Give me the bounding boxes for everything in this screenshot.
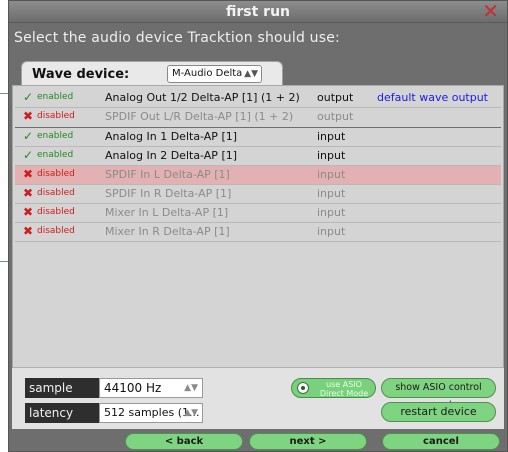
device-row[interactable]: ✖ disabled Mixer In L Delta-AP [1] input [15, 204, 501, 222]
device-name: Mixer In R Delta-AP [1] [105, 225, 230, 238]
page-heading: Select the audio device Tracktion should… [14, 30, 340, 46]
restart-device-button[interactable]: restart device [381, 402, 496, 422]
cross-icon: ✖ [23, 186, 34, 200]
close-icon[interactable]: ✕ [482, 0, 499, 22]
radio-icon [297, 382, 309, 394]
wave-device-select[interactable]: M-Audio Delta ASIO ▲▼ [167, 65, 262, 95]
checkmark-icon: ✓ [23, 129, 34, 143]
device-type: input [317, 168, 346, 181]
device-state[interactable]: enabled [37, 92, 73, 102]
device-row[interactable]: ✓ enabled Analog In 2 Delta-AP [1] input [15, 147, 501, 165]
back-button[interactable]: < back [125, 433, 243, 450]
first-run-dialog: first run ✕ Select the audio device Trac… [8, 0, 508, 452]
device-name: SPDIF In R Delta-AP [1] [105, 187, 232, 200]
device-row[interactable]: ✖ disabled SPDIF In R Delta-AP [1] input [15, 185, 501, 203]
device-row[interactable]: ✖ disabled SPDIF Out L/R Delta-AP [1] (1… [15, 108, 501, 126]
sample-rate-value: 44100 Hz [104, 381, 162, 395]
cross-icon: ✖ [23, 224, 34, 238]
device-name: SPDIF In L Delta-AP [1] [105, 168, 230, 181]
checkmark-icon: ✓ [23, 148, 34, 162]
show-asio-control-panel-button[interactable]: show ASIO control panel [381, 378, 496, 411]
footer: < back next > cancel [9, 433, 507, 451]
sample-rate-select[interactable]: 44100 Hz ▲▼ [99, 378, 203, 398]
connector-line-bottom [0, 261, 8, 262]
row-divider [15, 241, 501, 242]
checkmark-icon: ✓ [23, 90, 34, 104]
device-row[interactable]: ✖ disabled Mixer In R Delta-AP [1] input [15, 223, 501, 241]
next-button[interactable]: next > [249, 433, 367, 450]
cancel-button[interactable]: cancel [382, 433, 500, 450]
select-arrows-icon: ▲▼ [184, 383, 198, 393]
device-type: input [317, 225, 346, 238]
asio-direct-mode-label: use ASIO Direct Mode [319, 380, 369, 398]
device-row-selected[interactable]: ✖ disabled SPDIF In L Delta-AP [1] input [15, 166, 501, 184]
device-state[interactable]: disabled [37, 169, 75, 179]
device-name: Analog In 2 Delta-AP [1] [105, 149, 238, 162]
device-state[interactable]: disabled [37, 207, 75, 217]
device-type: input [317, 206, 346, 219]
select-arrows-icon: ▲▼ [184, 408, 198, 418]
wave-device-label: Wave device: [32, 67, 130, 82]
device-type: input [317, 130, 346, 143]
device-name: Analog Out 1/2 Delta-AP [1] (1 + 2) [105, 91, 300, 104]
device-name: SPDIF Out L/R Delta-AP [1] (1 + 2) [105, 110, 294, 123]
device-type: input [317, 187, 346, 200]
device-state[interactable]: enabled [37, 131, 73, 141]
device-type: output [317, 110, 354, 123]
device-state[interactable]: disabled [37, 226, 75, 236]
latency-select[interactable]: 512 samples (1... ▲▼ [99, 403, 203, 423]
cross-icon: ✖ [23, 167, 34, 181]
cross-icon: ✖ [23, 109, 34, 123]
device-type: output [317, 91, 354, 104]
cross-icon: ✖ [23, 205, 34, 219]
device-state[interactable]: disabled [37, 188, 75, 198]
connector-line-top [0, 93, 8, 94]
tab-wave-device[interactable]: Wave device: M-Audio Delta ASIO ▲▼ [21, 61, 283, 95]
asio-direct-mode-toggle[interactable]: use ASIO Direct Mode [291, 378, 376, 398]
title-bar[interactable]: first run ✕ [9, 0, 507, 23]
select-arrows-icon: ▲▼ [244, 69, 258, 79]
device-state[interactable]: disabled [37, 111, 75, 121]
device-state[interactable]: enabled [37, 150, 73, 160]
device-row[interactable]: ✓ enabled Analog Out 1/2 Delta-AP [1] (1… [15, 89, 501, 107]
device-type: input [317, 149, 346, 162]
latency-label: latency [25, 403, 99, 423]
device-row[interactable]: ✓ enabled Analog In 1 Delta-AP [1] input [15, 128, 501, 146]
default-output-label: default wave output [377, 91, 488, 104]
device-name: Analog In 1 Delta-AP [1] [105, 130, 238, 143]
device-name: Mixer In L Delta-AP [1] [105, 206, 229, 219]
window-title: first run [225, 4, 291, 20]
sample-rate-label: sample rate [25, 378, 99, 415]
